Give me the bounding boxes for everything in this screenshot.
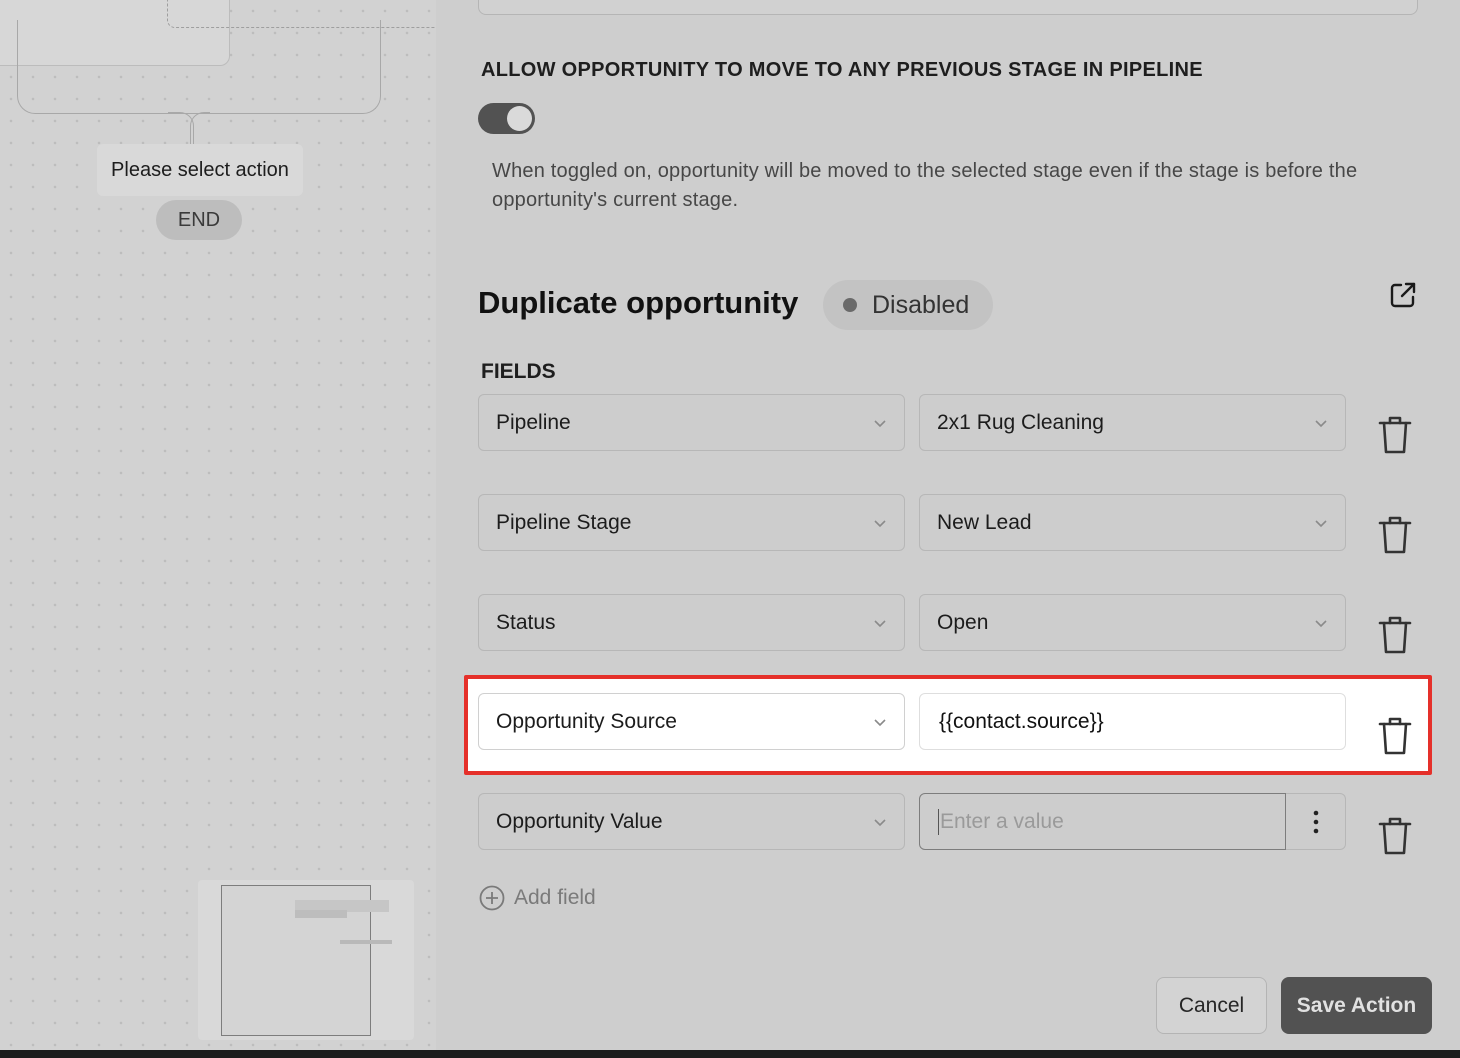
chevron-down-icon <box>874 520 886 528</box>
action-node[interactable]: Please select action <box>97 144 303 196</box>
field-select[interactable]: Pipeline Stage <box>478 494 905 551</box>
cancel-button[interactable]: Cancel <box>1156 977 1267 1034</box>
field-select[interactable]: Pipeline <box>478 394 905 451</box>
chevron-down-icon <box>874 719 886 727</box>
text-caret <box>938 808 939 835</box>
field-row: Opportunity Source {{contact.source}} <box>436 693 1460 755</box>
app-page: Please select action END ALLOW OPPORTUNI… <box>0 0 1460 1050</box>
more-vertical-icon <box>1313 810 1318 833</box>
chevron-down-icon <box>1315 420 1327 428</box>
value-select-value: 2x1 Rug Cleaning <box>937 410 1104 434</box>
allow-previous-stage-help: When toggled on, opportunity will be mov… <box>492 160 1358 211</box>
field-row: Opportunity Value Enter a value <box>436 793 1460 855</box>
trash-icon[interactable] <box>1377 414 1413 456</box>
field-select-value: Pipeline <box>496 410 571 434</box>
value-select[interactable]: Open <box>919 594 1346 651</box>
trash-icon[interactable] <box>1377 614 1413 656</box>
field-select-value: Opportunity Source <box>496 709 677 733</box>
connector-line <box>168 112 194 148</box>
value-select[interactable]: New Lead <box>919 494 1346 551</box>
field-select[interactable]: Status <box>478 594 905 651</box>
trash-icon[interactable] <box>1377 815 1413 857</box>
value-input-text: {{contact.source}} <box>939 709 1104 733</box>
field-select[interactable]: Opportunity Source <box>478 693 905 750</box>
field-row: Pipeline Stage New Lead <box>436 494 1460 554</box>
section-title: Duplicate opportunity <box>478 285 799 320</box>
chevron-down-icon <box>874 420 886 428</box>
workflow-canvas[interactable]: Please select action END <box>0 0 467 1050</box>
fields-label: FIELDS <box>481 360 556 383</box>
chevron-down-icon <box>1315 520 1327 528</box>
value-input-placeholder: Enter a value <box>940 809 1064 833</box>
field-select-value: Opportunity Value <box>496 809 663 833</box>
value-select-value: New Lead <box>937 510 1032 534</box>
chevron-down-icon <box>874 819 886 827</box>
connector-line <box>17 20 381 114</box>
toggle-knob <box>507 106 532 131</box>
external-link-icon[interactable] <box>1388 280 1418 310</box>
status-dot-icon <box>843 298 857 312</box>
previous-field-input[interactable] <box>478 0 1418 15</box>
field-select-value: Pipeline Stage <box>496 510 632 534</box>
more-options-button[interactable] <box>1286 793 1346 850</box>
trash-icon[interactable] <box>1377 514 1413 556</box>
minimap-node <box>295 910 347 918</box>
plus-circle-icon <box>479 885 505 911</box>
trash-icon[interactable] <box>1377 715 1413 757</box>
value-input[interactable]: {{contact.source}} <box>919 693 1346 750</box>
field-row: Pipeline 2x1 Rug Cleaning <box>436 394 1460 454</box>
field-row: Status Open <box>436 594 1460 654</box>
chevron-down-icon <box>1315 620 1327 628</box>
allow-previous-stage-heading: ALLOW OPPORTUNITY TO MOVE TO ANY PREVIOU… <box>481 59 1203 81</box>
field-select-value: Status <box>496 610 556 634</box>
chevron-down-icon <box>874 620 886 628</box>
value-select-value: Open <box>937 610 989 634</box>
end-node: END <box>156 200 242 240</box>
action-settings-panel: ALLOW OPPORTUNITY TO MOVE TO ANY PREVIOU… <box>436 0 1460 1050</box>
status-badge: Disabled <box>823 280 993 330</box>
add-field-button[interactable]: Add field <box>479 885 596 911</box>
minimap-node <box>340 940 392 944</box>
status-badge-label: Disabled <box>872 290 970 319</box>
allow-previous-stage-toggle[interactable] <box>478 103 535 134</box>
field-select[interactable]: Opportunity Value <box>478 793 905 850</box>
minimap[interactable] <box>198 880 414 1040</box>
value-input[interactable]: Enter a value <box>919 793 1286 850</box>
save-action-button[interactable]: Save Action <box>1281 977 1432 1034</box>
value-select[interactable]: 2x1 Rug Cleaning <box>919 394 1346 451</box>
add-field-label: Add field <box>514 886 596 909</box>
